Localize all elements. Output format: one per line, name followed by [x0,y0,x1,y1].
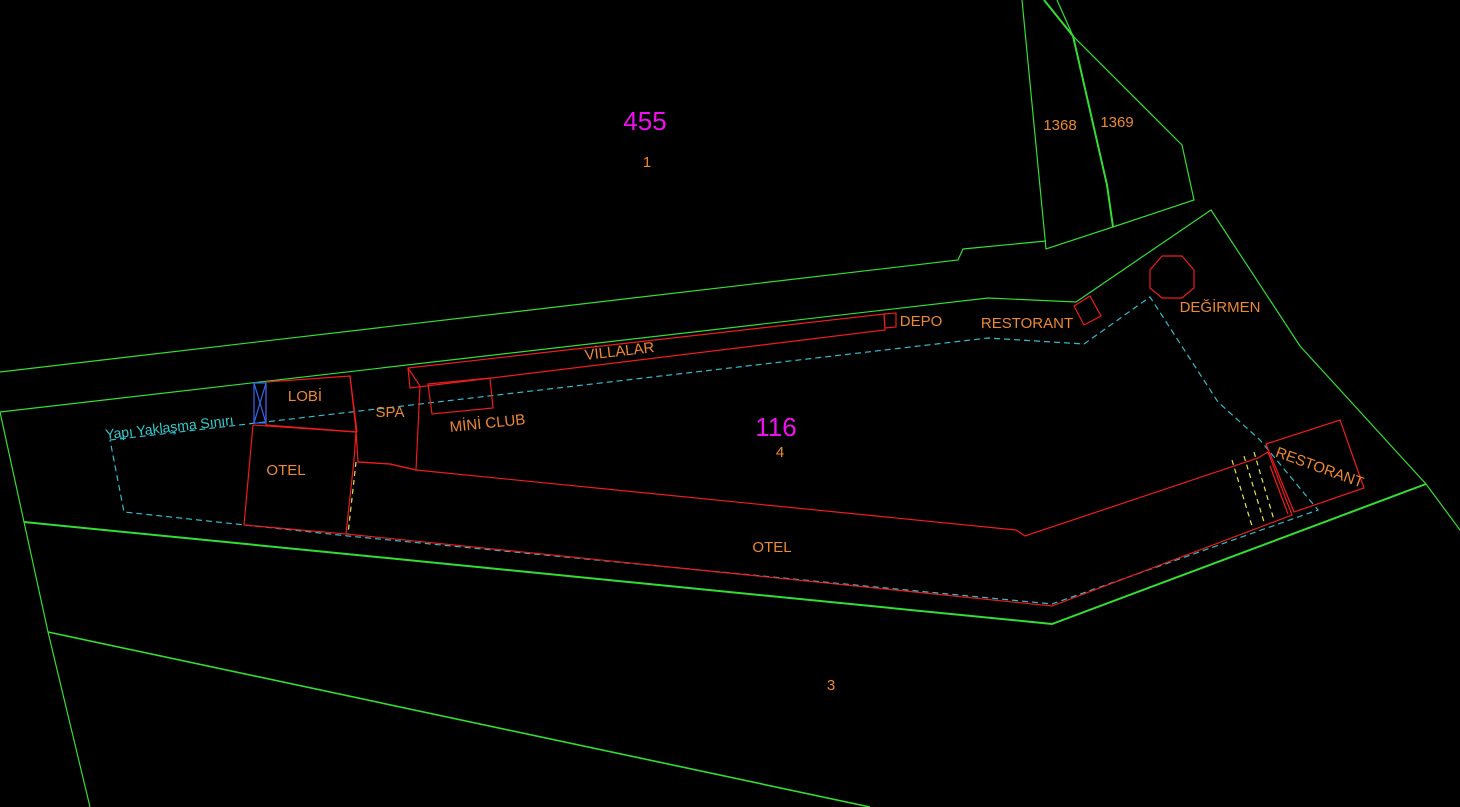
label-villalar: VİLLALAR [584,338,656,364]
label-restorant-east: RESTORANT [1273,444,1365,492]
parcel-boundaries [0,0,1460,807]
parcel-455-number: 455 [623,106,666,136]
parcel-1368-number: 1368 [1043,117,1076,134]
otel-main-outline [345,451,1293,607]
label-otel-west: OTEL [266,462,305,479]
setback-line [109,296,1320,605]
yellow-dashed-lines [347,451,1275,535]
parcel-116-sub: 4 [776,444,784,461]
label-degirmen: DEĞİRMEN [1180,298,1261,316]
entrance-hatch [253,382,267,424]
label-lobi: LOBİ [288,387,322,405]
yellow-dash-east-2 [1243,455,1265,523]
depo-outline [883,312,897,329]
labels: 455 1 1368 1369 116 4 3 LOBİ OTEL SPA Vİ… [104,106,1365,694]
parcel-3-boundary-south [47,631,871,807]
label-spa: SPA [376,404,405,421]
label-setback-boundary: Yapı Yaklaşma Sınırı [104,412,234,443]
parcel-3-boundary-west [23,521,91,807]
degirmen-outline [1149,255,1195,299]
label-mini-club: MİNİ CLUB [449,410,526,436]
parcel-455-boundary [0,240,1047,373]
parcel-455-sub: 1 [643,154,651,171]
parcel-116-number: 116 [755,412,796,442]
setback-lines [109,296,1320,605]
otel-west-outline [243,424,357,535]
yellow-dash-west [347,461,357,535]
parcel-east-boundary [1425,483,1460,531]
label-otel-south: OTEL [752,539,791,556]
parcel-1369-number: 1369 [1100,114,1133,131]
parcel-3-sub: 3 [827,677,835,694]
mini-club-outline [427,377,494,415]
yellow-dash-east-1 [1231,459,1253,527]
label-depo: DEPO [900,313,943,330]
site-plan-drawing: 455 1 1368 1369 116 4 3 LOBİ OTEL SPA Vİ… [0,0,1460,807]
yellow-dash-east-3 [1253,451,1275,521]
label-restorant-north: RESTORANT [981,315,1073,332]
parcel-3-boundary-north [23,483,1427,626]
